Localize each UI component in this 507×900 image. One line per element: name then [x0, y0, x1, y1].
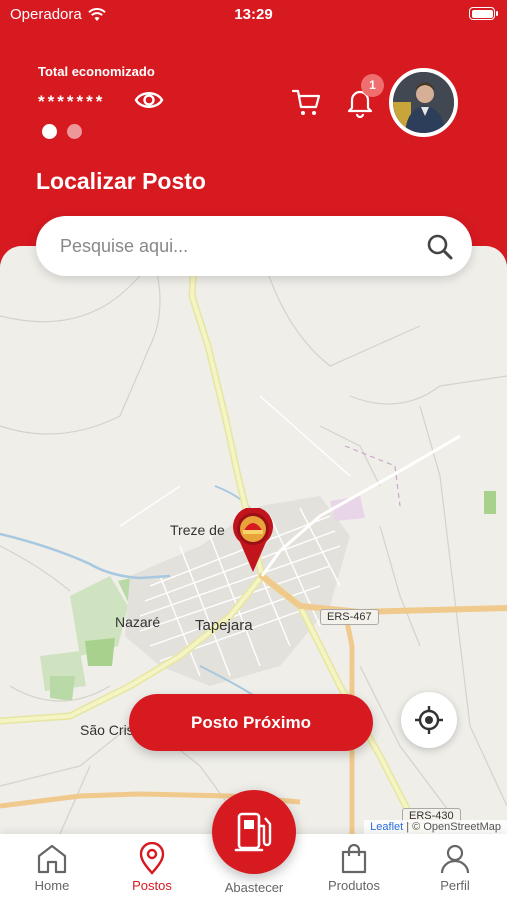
tab-stations[interactable]: Postos: [102, 834, 202, 900]
crosshair-icon: [415, 706, 443, 734]
carousel-dot-1[interactable]: [42, 124, 57, 139]
tab-stations-label: Postos: [132, 878, 172, 893]
search-bar[interactable]: [36, 216, 472, 276]
page-title: Localizar Posto: [36, 168, 206, 194]
cart-icon[interactable]: [290, 86, 322, 118]
user-icon: [440, 844, 470, 874]
carousel-dot-2[interactable]: [67, 124, 82, 139]
home-icon: [37, 844, 67, 874]
map-attribution: Leaflet | © OpenStreetMap: [364, 820, 507, 834]
attribution-text: | © OpenStreetMap: [403, 821, 501, 833]
map-label: Tapejara: [195, 617, 253, 634]
tab-profile[interactable]: Perfil: [405, 834, 505, 900]
saved-label: Total economizado: [38, 64, 155, 79]
tab-profile-label: Perfil: [440, 878, 470, 893]
search-icon[interactable]: [426, 233, 454, 261]
map-label: São Cris: [80, 722, 134, 738]
map-label: Nazaré: [115, 614, 161, 630]
leaflet-link[interactable]: Leaflet: [370, 821, 403, 833]
eye-icon[interactable]: [134, 87, 164, 113]
avatar[interactable]: [389, 68, 458, 137]
locate-me-button[interactable]: [401, 692, 457, 748]
fuel-pump-icon: [234, 812, 272, 852]
status-bar: Operadora 13:29: [0, 0, 507, 30]
notification-badge: 1: [361, 74, 384, 97]
shopping-bag-icon: [341, 843, 367, 874]
tab-products[interactable]: Produtos: [304, 834, 404, 900]
search-input[interactable]: [60, 216, 420, 276]
road-tag: ERS-467: [320, 609, 379, 625]
clock: 13:29: [234, 6, 273, 23]
station-marker-icon[interactable]: [232, 508, 274, 574]
tab-home[interactable]: Home: [2, 834, 102, 900]
battery-icon: [469, 7, 498, 20]
refuel-button[interactable]: [212, 790, 296, 874]
tab-refuel-label: Abastecer: [224, 880, 284, 895]
tab-products-label: Produtos: [327, 878, 381, 893]
nearest-station-button[interactable]: Posto Próximo: [129, 694, 373, 751]
carousel-dots[interactable]: [42, 124, 82, 139]
saved-value: *******: [38, 92, 106, 111]
tab-home-label: Home: [34, 878, 70, 893]
map-label: Treze de: [170, 522, 225, 538]
location-pin-icon: [139, 842, 165, 875]
